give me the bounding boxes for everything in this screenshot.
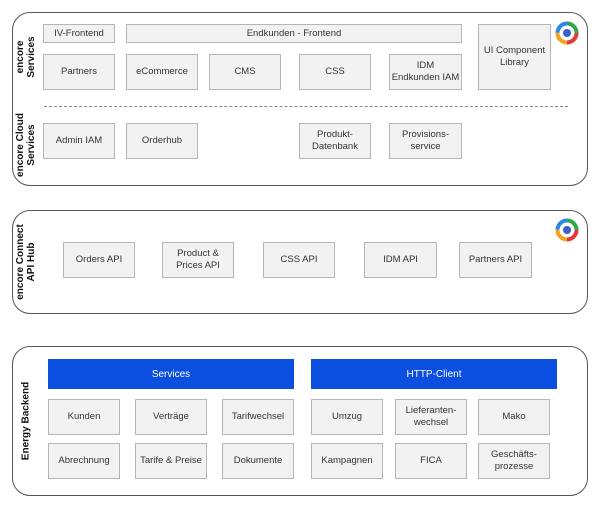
idm-endkunden-iam-box: IDM Endkunden IAM [389, 54, 462, 90]
product-prices-api-box: Product & Prices API [162, 242, 234, 278]
dokumente-box: Dokumente [222, 443, 294, 479]
umzug-box: Umzug [311, 399, 383, 435]
geschaeftsprozesse-box: Geschäfts- prozesse [478, 443, 550, 479]
endkunden-frontend-box: Endkunden - Frontend [126, 24, 462, 43]
abrechnung-box: Abrechnung [48, 443, 120, 479]
lieferantenwechsel-box: Lieferanten- wechsel [395, 399, 467, 435]
kunden-box: Kunden [48, 399, 120, 435]
admin-iam-box: Admin IAM [43, 123, 115, 159]
mako-box: Mako [478, 399, 550, 435]
provisionsservice-box: Provisions- service [389, 123, 462, 159]
partners-box: Partners [43, 54, 115, 90]
fica-box: FICA [395, 443, 467, 479]
produkt-datenbank-box: Produkt- Datenbank [299, 123, 371, 159]
encore-logo-icon [555, 218, 579, 242]
services-divider [44, 106, 568, 107]
vertraege-box: Verträge [135, 399, 207, 435]
partners-api-box: Partners API [459, 242, 532, 278]
encore-logo-icon [555, 21, 579, 45]
energy-backend-label: Energy Backend [20, 381, 32, 461]
encore-services-label: encore Services [15, 36, 37, 78]
cms-box: CMS [209, 54, 281, 90]
ecommerce-box: eCommerce [126, 54, 198, 90]
iv-frontend-box: IV-Frontend [43, 24, 115, 43]
orders-api-box: Orders API [63, 242, 135, 278]
encore-connect-label: encore Connect API Hub [15, 224, 37, 300]
orderhub-box: Orderhub [126, 123, 198, 159]
services-header: Services [48, 359, 294, 389]
css-box: CSS [299, 54, 371, 90]
encore-cloud-services-label: encore Cloud Services [15, 113, 37, 177]
http-client-header: HTTP-Client [311, 359, 557, 389]
tarifwechsel-box: Tarifwechsel [222, 399, 294, 435]
tarife-preise-box: Tarife & Preise [135, 443, 207, 479]
kampagnen-box: Kampagnen [311, 443, 383, 479]
css-api-box: CSS API [263, 242, 335, 278]
ui-component-library-box: UI Component Library [478, 24, 551, 90]
idm-api-box: IDM API [364, 242, 437, 278]
